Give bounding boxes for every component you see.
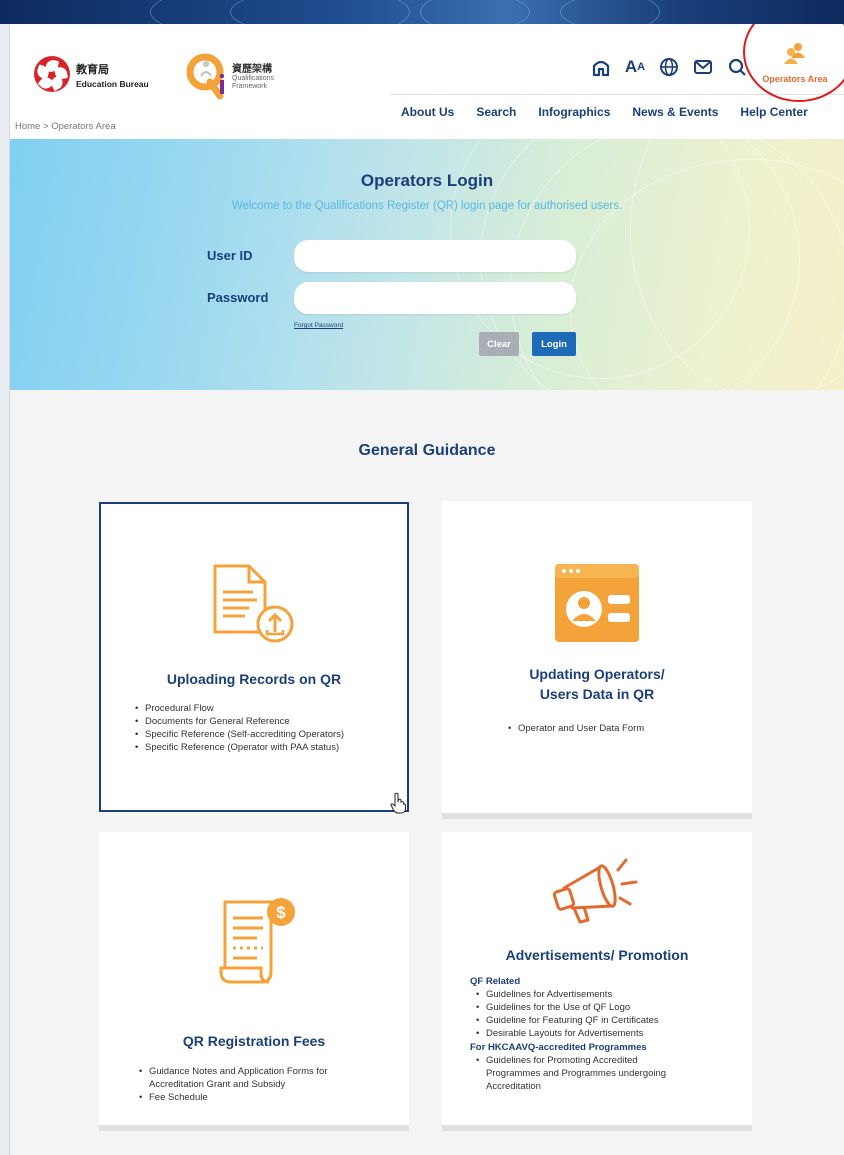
hksar-bauhinia-logo[interactable] xyxy=(34,56,70,92)
qf-related-heading: QF Related xyxy=(470,976,521,987)
breadcrumb: Home > Operators Area xyxy=(15,121,116,132)
link-guidelines-advertisements[interactable]: Guidelines for Advertisements xyxy=(474,988,659,1001)
card-advertisements[interactable]: Advertisements/ Promotion QF Related Gui… xyxy=(442,832,752,1131)
main-navigation: About Us Search Infographics News & Even… xyxy=(390,94,844,128)
link-guideline-qf-certificates[interactable]: Guideline for Featuring QF in Certificat… xyxy=(474,1014,659,1027)
forgot-password-link[interactable]: Forgot Password xyxy=(294,322,343,329)
link-guidance-notes-continued-text: Accreditation Grant and Subsidy xyxy=(137,1079,286,1090)
link-guidelines-promoting-accredited[interactable]: Guidelines for Promoting Accredited xyxy=(474,1054,666,1067)
globe-icon[interactable] xyxy=(658,56,680,78)
card-registration-fees[interactable]: $ QR Registration Fees Guidance Notes an… xyxy=(99,832,409,1131)
link-fee-schedule[interactable]: Fee Schedule xyxy=(137,1091,327,1104)
breadcrumb-current: Operators Area xyxy=(51,121,116,132)
edb-name-en: Education Bureau xyxy=(76,79,149,89)
link-specific-reference-paa[interactable]: Specific Reference (Operator with PAA st… xyxy=(133,741,344,754)
card-uploading-records-list: Procedural Flow Documents for General Re… xyxy=(133,702,344,754)
qf-brand-text[interactable]: 資歷架構 Qualifications Framework xyxy=(232,60,274,91)
nav-search[interactable]: Search xyxy=(476,105,516,119)
site-header: 教育局 Education Bureau 資歷架構 Qualifications… xyxy=(10,24,844,139)
document-upload-icon xyxy=(213,564,294,643)
utility-toolbar: AA xyxy=(590,52,748,82)
link-guidelines-promoting-cont1[interactable]: Programmes and Programmes undergoing xyxy=(474,1067,666,1080)
qf-name-zh: 資歷架構 xyxy=(232,64,272,75)
login-subtitle: Welcome to the Qualifications Register (… xyxy=(231,200,623,212)
card-updating-operators-title-line1: Updating Operators/ xyxy=(529,666,665,682)
search-icon[interactable] xyxy=(726,56,748,78)
card-bottom-bar xyxy=(442,813,752,819)
hkcaavq-heading: For HKCAAVQ-accredited Programmes xyxy=(470,1042,647,1053)
link-procedural-flow[interactable]: Procedural Flow xyxy=(133,702,344,715)
operators-area-label: Operators Area xyxy=(762,74,828,84)
user-id-input[interactable] xyxy=(294,240,576,272)
users-group-icon xyxy=(784,43,805,64)
edb-brand-text[interactable]: 教育局 Education Bureau xyxy=(76,61,149,89)
clear-button[interactable]: Clear xyxy=(479,332,519,356)
link-operator-user-data-form[interactable]: Operator and User Data Form xyxy=(506,722,644,735)
nav-news-events[interactable]: News & Events xyxy=(632,105,718,119)
login-button[interactable]: Login xyxy=(532,332,576,356)
link-guidance-notes-application-forms[interactable]: Guidance Notes and Application Forms for xyxy=(137,1065,327,1078)
card-registration-fees-title: QR Registration Fees xyxy=(182,1033,326,1049)
qf-logo[interactable] xyxy=(186,52,228,100)
card-bottom-bar xyxy=(442,1125,752,1131)
qf-name-en-line2: Framework xyxy=(232,83,268,90)
edb-name-zh: 教育局 xyxy=(76,63,109,76)
nav-help-center[interactable]: Help Center xyxy=(740,105,807,119)
user-profile-window-icon xyxy=(555,564,639,642)
breadcrumb-separator: > xyxy=(42,121,49,132)
qf-name-en-line1: Qualifications xyxy=(232,75,275,82)
card-uploading-records-title: Uploading Records on QR xyxy=(166,671,342,687)
card-updating-operators[interactable]: Updating Operators/ Users Data in QR Ope… xyxy=(442,501,752,819)
link-specific-reference-self-accrediting[interactable]: Specific Reference (Self-accrediting Ope… xyxy=(133,728,344,741)
operators-login-panel: Operators Login Welcome to the Qualifica… xyxy=(10,139,844,390)
card-registration-fees-list: Guidance Notes and Application Forms for… xyxy=(137,1065,327,1104)
operators-area-link[interactable]: Operators Area xyxy=(752,42,838,100)
link-desirable-layouts[interactable]: Desirable Layouts for Advertisements xyxy=(474,1027,659,1040)
link-guidance-notes-continued[interactable]: Accreditation Grant and Subsidy xyxy=(137,1078,327,1091)
card-advertisements-title: Advertisements/ Promotion xyxy=(505,947,689,963)
login-title: Operators Login xyxy=(360,171,494,190)
text-size-small: A xyxy=(637,61,646,73)
fee-document-icon: $ xyxy=(219,898,295,984)
user-id-label: User ID xyxy=(207,248,253,263)
link-guidelines-promoting-cont2-text: Accreditation xyxy=(486,1081,541,1092)
megaphone-icon xyxy=(552,858,638,924)
text-size-large: A xyxy=(624,57,638,76)
top-banner xyxy=(0,0,844,24)
link-documents-general-reference[interactable]: Documents for General Reference xyxy=(133,715,344,728)
card-updating-operators-list: Operator and User Data Form xyxy=(506,722,644,735)
card-uploading-records[interactable]: Uploading Records on QR Procedural Flow … xyxy=(99,502,409,812)
card-bottom-bar xyxy=(99,1125,409,1131)
link-guidelines-qf-logo[interactable]: Guidelines for the Use of QF Logo xyxy=(474,1001,659,1014)
mail-icon[interactable] xyxy=(692,56,714,78)
link-guidelines-promoting-cont2[interactable]: Accreditation xyxy=(474,1080,666,1093)
link-guidelines-promoting-cont1-text: Programmes and Programmes undergoing xyxy=(486,1068,667,1079)
general-guidance-title: General Guidance xyxy=(358,442,496,459)
nav-infographics[interactable]: Infographics xyxy=(538,105,610,119)
page: 教育局 Education Bureau 資歷架構 Qualifications… xyxy=(10,24,844,1155)
text-size-icon[interactable]: AA xyxy=(624,56,646,78)
nav-about-us[interactable]: About Us xyxy=(401,105,454,119)
card-updating-operators-title-line2: Users Data in QR xyxy=(539,686,655,702)
breadcrumb-home[interactable]: Home xyxy=(15,121,40,132)
qf-related-list: Guidelines for Advertisements Guidelines… xyxy=(474,988,659,1040)
password-input[interactable] xyxy=(294,282,576,314)
left-scroll-strip xyxy=(0,24,10,1155)
hand-pointer-cursor-icon xyxy=(390,792,406,814)
hkcaavq-list: Guidelines for Promoting Accredited Prog… xyxy=(474,1054,666,1093)
home-icon[interactable] xyxy=(590,56,612,78)
password-label: Password xyxy=(207,290,269,305)
svg-text:$: $ xyxy=(276,903,286,922)
